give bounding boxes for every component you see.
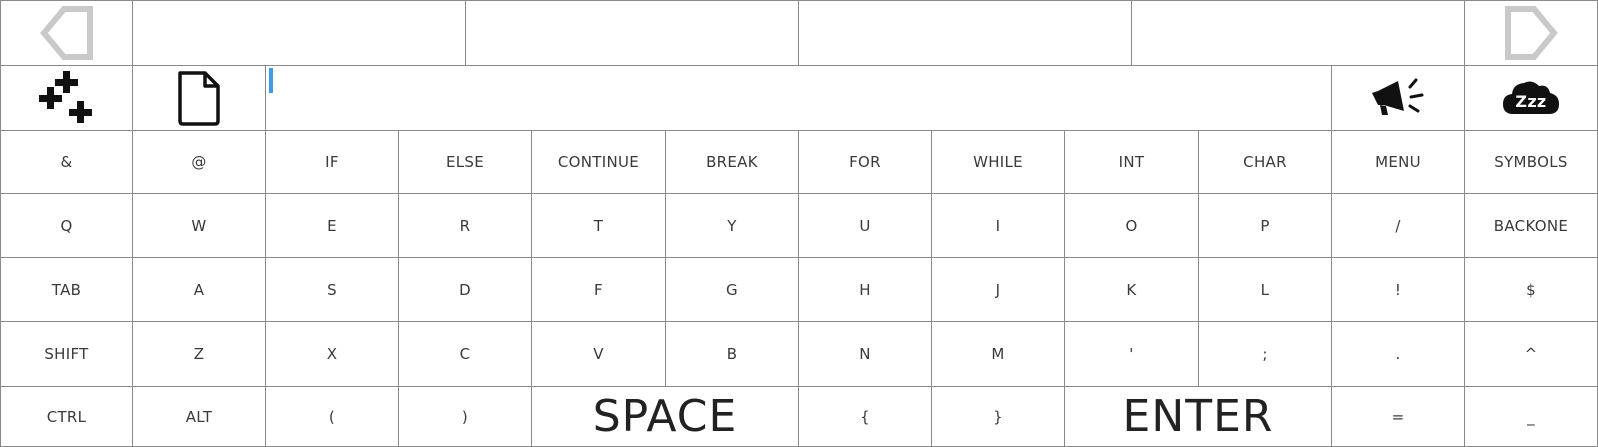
key-symbol-2-11[interactable]: $ [1464, 257, 1598, 322]
prev-page-button[interactable] [0, 0, 133, 66]
key-e[interactable]: E [265, 193, 399, 258]
key-open-brace[interactable]: { [798, 386, 932, 447]
key-underscore[interactable]: _ [1464, 386, 1598, 447]
suggestion-slot[interactable] [132, 0, 466, 66]
key-break[interactable]: BREAK [665, 130, 799, 194]
key-tab[interactable]: TAB [0, 257, 133, 322]
key-o[interactable]: O [1064, 193, 1199, 258]
key-symbol-3-8[interactable]: ' [1064, 321, 1199, 387]
key-while[interactable]: WHILE [931, 130, 1065, 194]
arrow-right-outline-icon [1505, 6, 1558, 60]
key-c[interactable]: C [398, 321, 532, 387]
key-a[interactable]: A [132, 257, 266, 322]
key-menu[interactable]: MENU [1331, 130, 1465, 194]
key-q[interactable]: Q [0, 193, 133, 258]
text-input-field[interactable] [265, 65, 1332, 131]
key-h[interactable]: H [798, 257, 932, 322]
cloud-zzz-icon: Zzz [1503, 81, 1559, 114]
key-y[interactable]: Y [665, 193, 799, 258]
key-r[interactable]: R [398, 193, 532, 258]
add-button[interactable] [0, 65, 133, 131]
key-t[interactable]: T [531, 193, 666, 258]
key-z[interactable]: Z [132, 321, 266, 387]
key-close-brace[interactable]: } [931, 386, 1065, 447]
megaphone-icon [1372, 78, 1424, 115]
key-symbol-3-11[interactable]: ^ [1464, 321, 1598, 387]
key-p[interactable]: P [1198, 193, 1332, 258]
key-for[interactable]: FOR [798, 130, 932, 194]
key-shift[interactable]: SHIFT [0, 321, 133, 387]
arrow-left-outline-icon [39, 6, 93, 60]
key-symbol-3-10[interactable]: . [1331, 321, 1465, 387]
key-int[interactable]: INT [1064, 130, 1199, 194]
key-x[interactable]: X [265, 321, 399, 387]
key-backone[interactable]: BACKONE [1464, 193, 1598, 258]
speak-button[interactable] [1331, 65, 1465, 131]
key-alt[interactable]: ALT [132, 386, 266, 447]
key-space[interactable]: SPACE [531, 386, 799, 447]
key-ctrl[interactable]: CTRL [0, 386, 133, 447]
file-button[interactable] [132, 65, 266, 131]
key-close-paren[interactable]: ) [398, 386, 532, 447]
key-symbols[interactable]: SYMBOLS [1464, 130, 1598, 194]
key-i[interactable]: I [931, 193, 1065, 258]
key-m[interactable]: M [931, 321, 1065, 387]
key-u[interactable]: U [798, 193, 932, 258]
key-w[interactable]: W [132, 193, 266, 258]
on-screen-keyboard: Zzz & @ IF ELSE CONTINUE BREAK FOR WHILE INT CHAR… [0, 0, 1598, 447]
key-v[interactable]: V [531, 321, 666, 387]
key-b[interactable]: B [665, 321, 799, 387]
key-symbol-2-10[interactable]: ! [1331, 257, 1465, 322]
key-else[interactable]: ELSE [398, 130, 532, 194]
key-enter[interactable]: ENTER [1064, 386, 1332, 447]
text-caret [269, 68, 273, 93]
key-equals[interactable]: = [1331, 386, 1465, 447]
key-g[interactable]: G [665, 257, 799, 322]
key-k[interactable]: K [1064, 257, 1199, 322]
suggestion-slot[interactable] [798, 0, 1132, 66]
key-f[interactable]: F [531, 257, 666, 322]
key-symbol-1-10[interactable]: / [1331, 193, 1465, 258]
key-char[interactable]: CHAR [1198, 130, 1332, 194]
key-open-paren[interactable]: ( [265, 386, 399, 447]
cloud-zzz-text: Zzz [1515, 92, 1546, 111]
key-j[interactable]: J [931, 257, 1065, 322]
key-n[interactable]: N [798, 321, 932, 387]
key-if[interactable]: IF [265, 130, 399, 194]
triple-plus-icon [38, 71, 92, 123]
sleep-button[interactable]: Zzz [1464, 65, 1598, 131]
key-symbol-0-1[interactable]: @ [132, 130, 266, 194]
key-continue[interactable]: CONTINUE [531, 130, 666, 194]
key-s[interactable]: S [265, 257, 399, 322]
key-symbol-3-9[interactable]: ; [1198, 321, 1332, 387]
suggestion-slot[interactable] [465, 0, 799, 66]
key-d[interactable]: D [398, 257, 532, 322]
suggestion-slot[interactable] [1131, 0, 1465, 66]
document-icon [178, 71, 220, 126]
key-l[interactable]: L [1198, 257, 1332, 322]
next-page-button[interactable] [1464, 0, 1598, 66]
key-symbol-0-0[interactable]: & [0, 130, 133, 194]
